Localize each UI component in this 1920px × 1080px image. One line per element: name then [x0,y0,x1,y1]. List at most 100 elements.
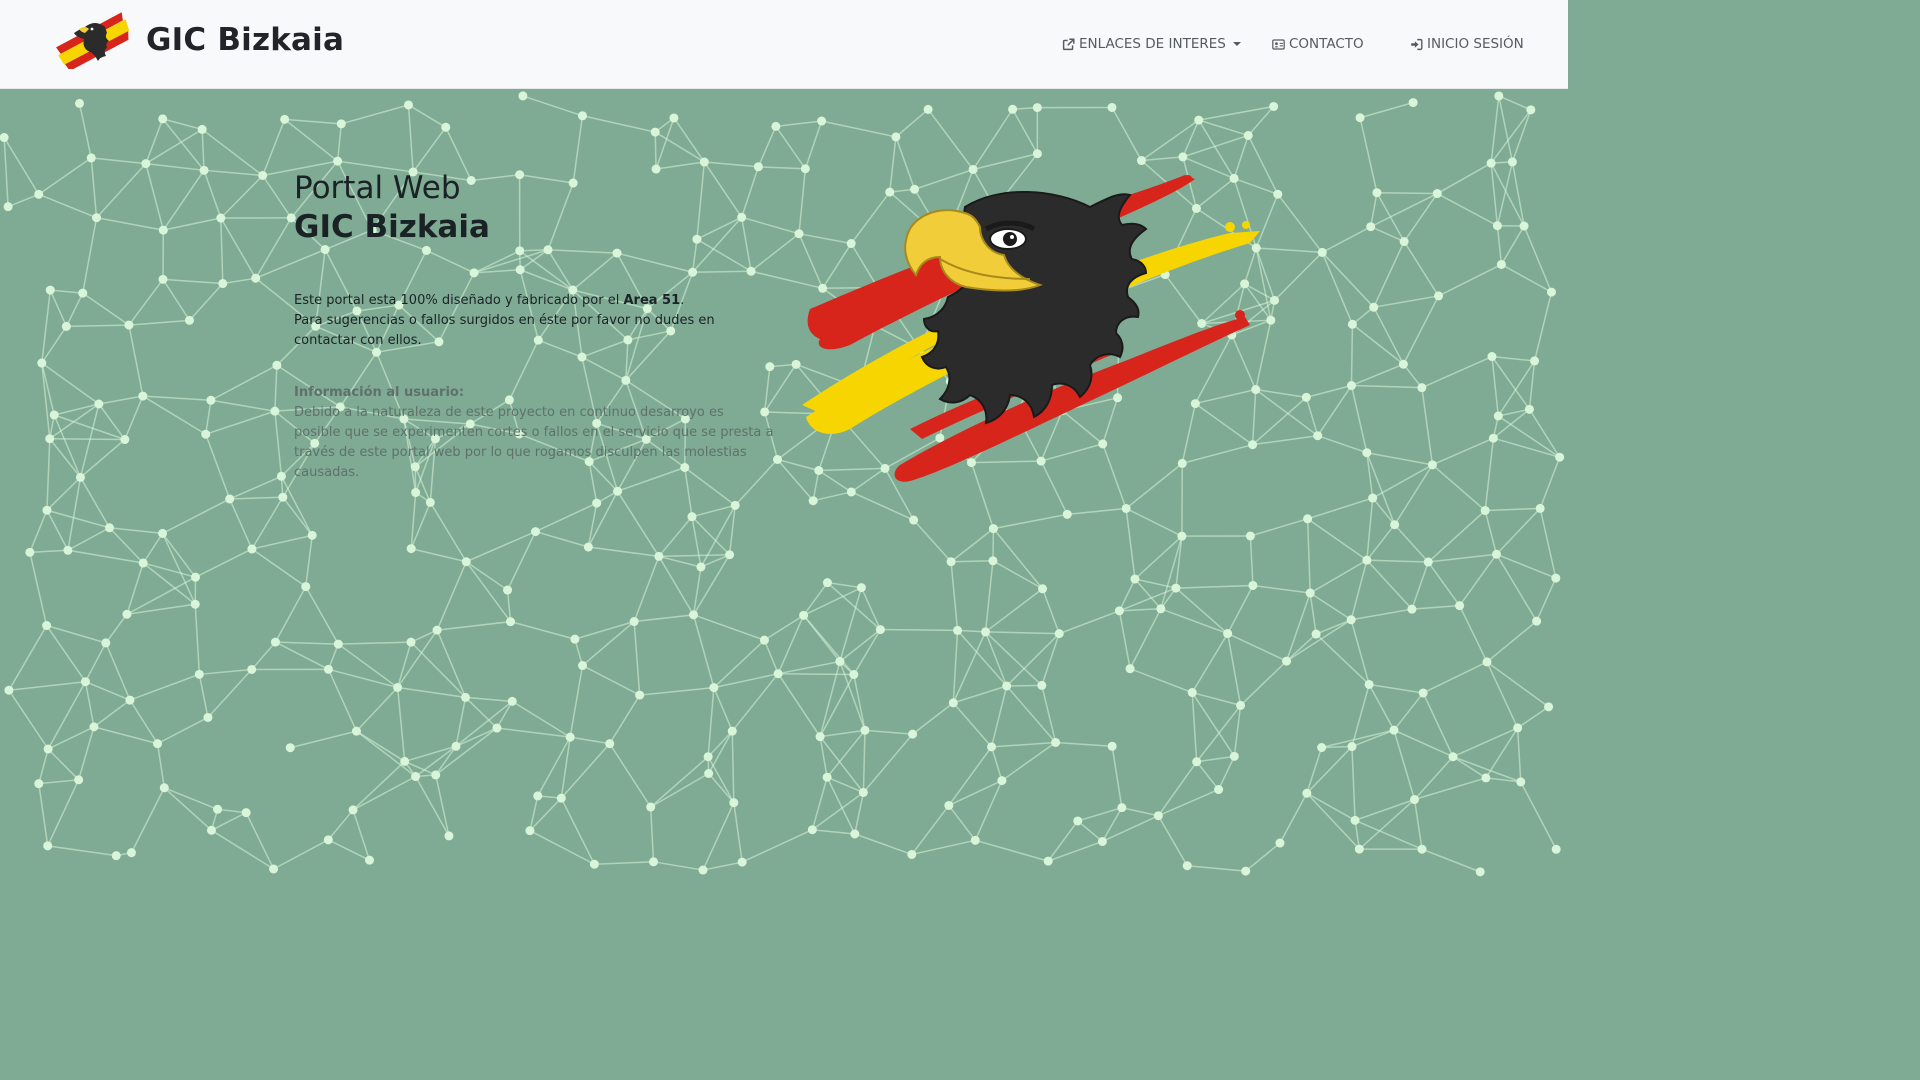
chevron-down-icon [1232,42,1241,46]
network-node [1526,105,1536,115]
network-node [578,661,588,671]
network-link [1102,815,1159,843]
network-node [1032,149,1042,159]
network-node [635,690,645,700]
network-link [128,324,144,397]
network-node [822,772,832,782]
network-node [1107,741,1117,751]
network-link [948,779,1003,807]
network-link [1427,509,1486,563]
network-link [655,161,705,170]
network-node [1248,580,1258,590]
notice-title: Información al usuario: [294,385,465,400]
network-link [860,587,882,630]
network-link [162,498,231,535]
network-node [80,677,90,687]
network-link [990,746,1003,781]
network-link [66,324,129,328]
network-link [1373,306,1405,365]
network-link [1196,755,1235,763]
network-node [773,454,783,464]
network-link [707,687,715,757]
network-link [1067,507,1127,516]
network-link [1249,535,1254,586]
network-node [654,551,664,561]
nav-contacto-link[interactable]: CONTACTO [1272,36,1364,52]
network-link [436,629,467,698]
nav-login-link[interactable]: INICIO SESIÓN [1410,36,1524,52]
network-link [465,561,508,591]
network-node [948,698,958,708]
network-node [190,572,200,582]
network-link [658,554,730,558]
network-link [220,217,257,279]
network-link [992,528,1044,590]
network-node [1136,156,1146,166]
intro-author: Area 51 [623,293,681,308]
network-link [1041,588,1060,634]
network-node [729,798,739,808]
network-link [188,283,224,321]
network-link [1368,684,1395,731]
network-node [141,159,151,169]
network-link [862,733,914,793]
network-node [201,429,211,439]
network-node [1530,356,1540,366]
network-link [948,746,993,806]
network-link [1307,518,1368,561]
network-node [78,288,88,298]
network-node [1366,222,1376,232]
network-node [1493,411,1503,421]
network-node [1214,785,1224,795]
network-node [1229,751,1239,761]
nav-enlaces-dropdown[interactable]: ENLACES DE INTERES [1062,36,1241,52]
network-node [1346,381,1356,391]
network-link [569,665,584,738]
nav-login-label[interactable]: INICIO SESIÓN [1427,36,1524,52]
network-link [1403,193,1438,242]
network-node [909,515,919,525]
network-link [1421,355,1493,389]
network-link [1321,251,1375,308]
network-node [0,133,9,143]
network-link [990,685,1008,748]
network-link [435,745,457,776]
network-node [285,743,295,753]
network-node [461,692,471,702]
network-link [927,108,974,170]
network-link [1496,225,1503,265]
network-link [1191,692,1198,762]
network-node [159,783,169,793]
network-link [1366,451,1433,466]
network-node [704,768,714,778]
network-link [812,828,855,835]
network-node [153,739,163,749]
network-node [699,157,709,167]
network-link [305,586,339,645]
network-link [535,530,589,548]
nav-contacto-label[interactable]: CONTACTO [1289,36,1364,52]
network-node [241,808,251,818]
network-link [529,829,595,865]
network-node [1491,549,1501,559]
network-link [220,174,264,219]
network-node [570,634,580,644]
network-node [225,494,235,504]
network-node [158,528,168,538]
user-notice: Información al usuario: Debido a la natu… [294,383,774,483]
network-node [101,638,111,648]
network-link [84,642,107,683]
network-node [1372,188,1382,198]
network-link [1351,746,1356,821]
brand-title[interactable]: GIC Bizkaia [146,22,344,58]
nav-enlaces-label[interactable]: ENLACES DE INTERES [1079,36,1226,52]
network-link [819,661,841,737]
brand-home-link[interactable]: GIC Bizkaia [52,10,344,70]
network-node [1346,615,1356,625]
network-node [1177,531,1187,541]
network-link [1226,633,1242,706]
network-link [707,756,735,804]
network-link [654,131,705,163]
network-node [856,583,866,593]
network-link [851,491,914,521]
